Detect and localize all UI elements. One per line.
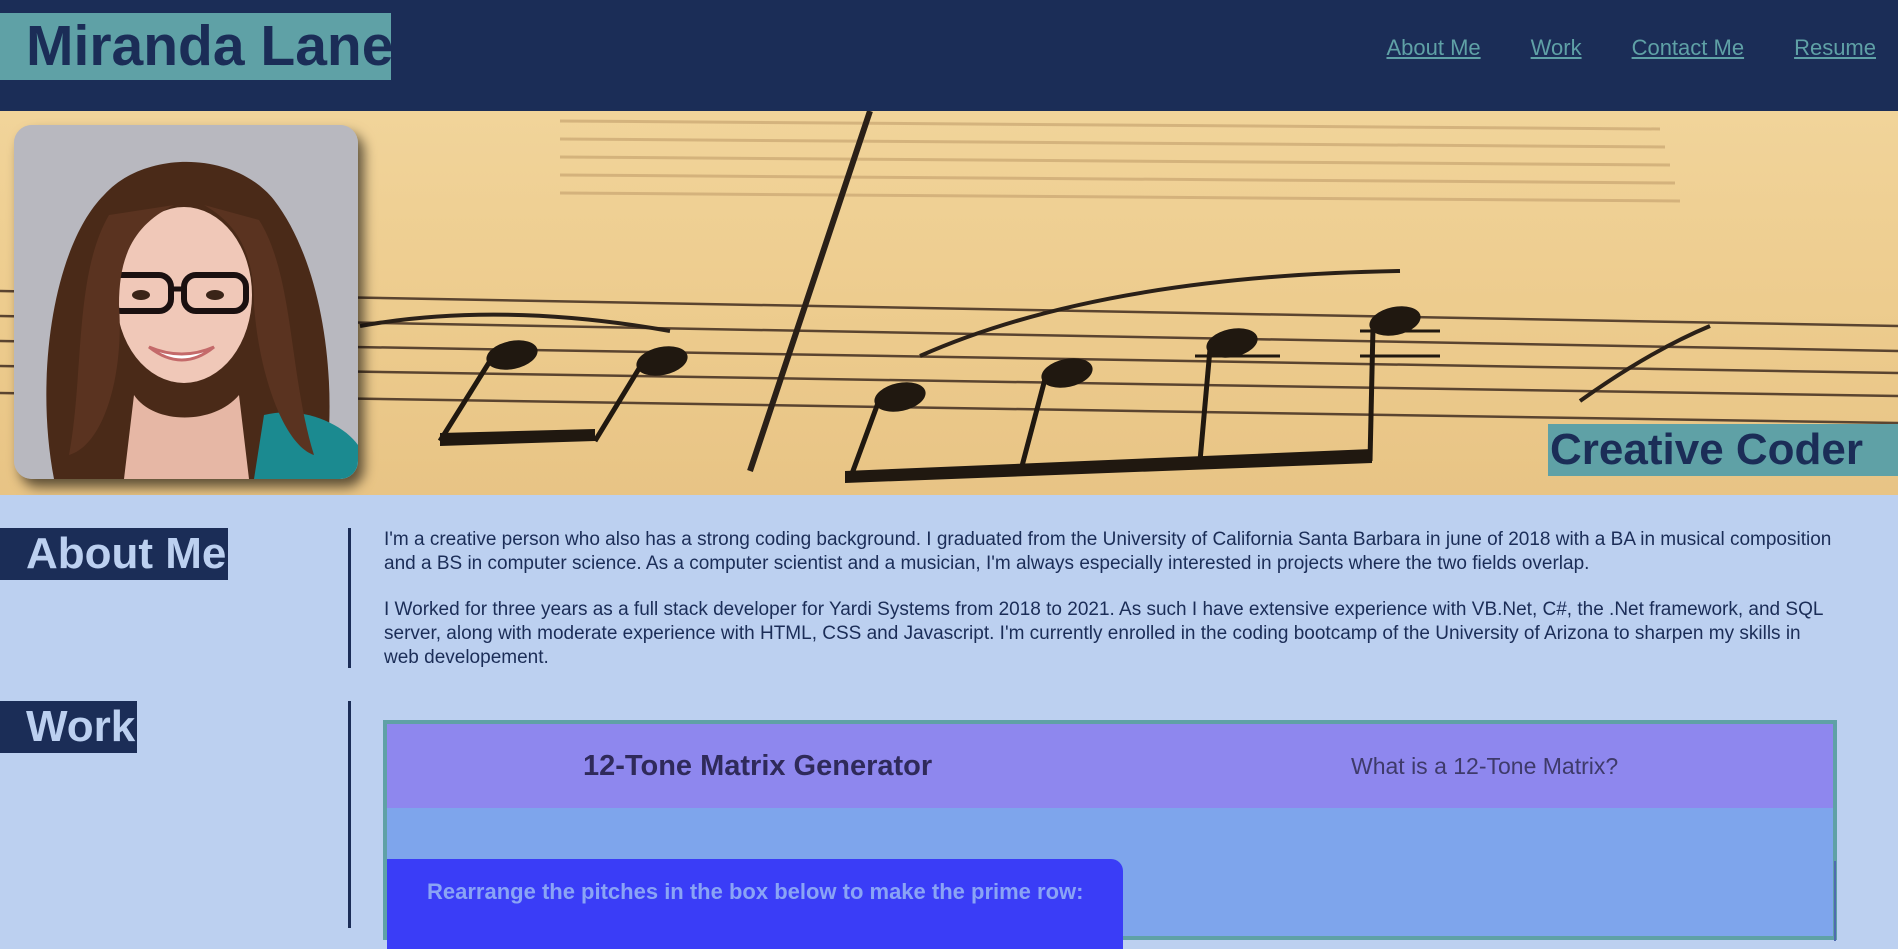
about-heading: About Me <box>0 528 229 580</box>
site-header: Miranda Lane About Me Work Contact Me Re… <box>0 0 1898 111</box>
about-text: I'm a creative person who also has a str… <box>384 528 1834 692</box>
work-heading: Work <box>0 701 138 753</box>
tagline: Creative Coder <box>1548 424 1898 476</box>
hero-banner: Creative Coder <box>0 111 1898 495</box>
project-card-header: 12-Tone Matrix Generator What is a 12-To… <box>387 724 1833 808</box>
project-title: 12-Tone Matrix Generator <box>583 750 933 782</box>
about-paragraph: I'm a creative person who also has a str… <box>384 529 1832 574</box>
twelve-tone-info-link[interactable]: What is a 12-Tone Matrix? <box>1351 724 1618 808</box>
instruction-panel: Rearrange the pitches in the box below t… <box>387 859 1123 949</box>
panel-divider <box>1834 861 1836 941</box>
nav-link-about-me[interactable]: About Me <box>1386 35 1480 61</box>
site-title: Miranda Lane <box>0 13 393 80</box>
about-paragraph: I Worked for three years as a full stack… <box>384 599 1823 668</box>
work-divider <box>348 701 351 928</box>
portrait-illustration <box>14 125 358 479</box>
nav-link-resume[interactable]: Resume <box>1794 35 1876 61</box>
instruction-text: Rearrange the pitches in the box below t… <box>427 879 1084 904</box>
nav-link-work[interactable]: Work <box>1531 35 1582 61</box>
nav-link-contact-me[interactable]: Contact Me <box>1632 35 1745 61</box>
about-divider <box>348 528 351 668</box>
main-nav: About Me Work Contact Me Resume <box>1386 35 1876 61</box>
project-card: 12-Tone Matrix Generator What is a 12-To… <box>383 720 1837 949</box>
profile-photo <box>14 125 358 479</box>
